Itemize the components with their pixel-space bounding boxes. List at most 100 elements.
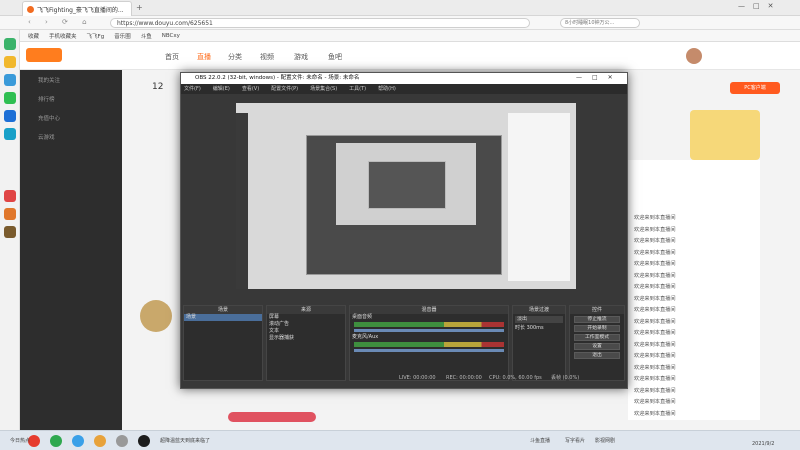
- side-nav-item[interactable]: 排行榜: [38, 95, 55, 103]
- mixer-track-name: 麦克风/Aux: [352, 334, 379, 340]
- nav-item[interactable]: 首页: [165, 52, 179, 62]
- taskbar-app-icon[interactable]: [116, 435, 128, 447]
- scene-item[interactable]: 场景: [184, 314, 262, 321]
- stop-stream-button[interactable]: 停止推流: [574, 316, 620, 323]
- chat-message: 欢迎来到本直播间: [634, 237, 759, 249]
- obs-title: OBS 22.0.2 (32-bit, windows) - 配置文件: 未命名…: [181, 73, 627, 84]
- obs-menu-item[interactable]: 工具(T): [349, 84, 366, 94]
- live-anchor-avatar[interactable]: [140, 300, 172, 332]
- volume-slider[interactable]: [354, 349, 504, 352]
- obs-menu-item[interactable]: 查看(V): [242, 84, 259, 94]
- start-recording-button[interactable]: 开始录制: [574, 325, 620, 332]
- nav-item[interactable]: 游戏: [294, 52, 308, 62]
- chat-text: 欢迎来到本直播间: [634, 249, 676, 256]
- source-item[interactable]: 滚动广告: [267, 321, 345, 328]
- bookmark-item[interactable]: 收藏: [28, 32, 39, 40]
- bookmark-item[interactable]: NBCxy: [162, 33, 180, 39]
- pc-client-button[interactable]: PC客户端: [730, 82, 780, 94]
- chat-message: 欢迎来到本直播间: [634, 375, 759, 387]
- sidebar-app-icon[interactable]: [4, 226, 16, 238]
- bottom-promo[interactable]: [228, 412, 316, 422]
- side-nav-item[interactable]: 充值中心: [38, 114, 60, 122]
- taskbar-ticker[interactable]: 今日热点: [10, 437, 30, 444]
- taskbar-ticker[interactable]: 写字看片: [565, 437, 585, 444]
- address-bar: ‹ › ⟳ ⌂ https://www.douyu.com/625651 8小时…: [0, 16, 800, 30]
- sidebar-app-icon[interactable]: [4, 92, 16, 104]
- obs-menu-item[interactable]: 场景集合(S): [310, 84, 337, 94]
- site-sidebar: 我的关注排行榜充值中心云游戏: [20, 70, 122, 430]
- taskbar-app-icon[interactable]: [72, 435, 84, 447]
- chat-text: 欢迎来到本直播间: [634, 410, 676, 417]
- douyu-logo[interactable]: [26, 48, 62, 62]
- taskbar-app-icon[interactable]: [138, 435, 150, 447]
- bookmark-item[interactable]: 飞飞Fg: [87, 32, 105, 40]
- sidebar-app-icon[interactable]: [4, 56, 16, 68]
- studio-mode-button[interactable]: 工作室模式: [574, 334, 620, 341]
- mixer-dock: 混音器 桌面音频 麦克风/Aux: [349, 305, 509, 381]
- cpu-status: CPU: 0.0%, 60.00 fps: [489, 375, 542, 381]
- side-nav-item[interactable]: 云游戏: [38, 133, 55, 141]
- volume-meter: [354, 322, 504, 327]
- sidebar-app-icon[interactable]: [4, 190, 16, 202]
- taskbar-clock[interactable]: 2021/9/2: [752, 441, 774, 447]
- taskbar-app-icon[interactable]: [94, 435, 106, 447]
- chat-message: 欢迎来到本直播间: [634, 249, 759, 261]
- chat-message: 欢迎来到本直播间: [634, 318, 759, 330]
- new-tab-button[interactable]: +: [136, 3, 143, 12]
- chat-message: 欢迎来到本直播间: [634, 283, 759, 295]
- promo-banner: [690, 110, 760, 160]
- taskbar-ticker[interactable]: 影视网剧: [595, 437, 615, 444]
- chat-message: 欢迎来到本直播间: [634, 260, 759, 272]
- source-item[interactable]: 文本: [267, 328, 345, 335]
- nested-chat: [508, 113, 570, 281]
- url-input[interactable]: https://www.douyu.com/625651: [110, 18, 530, 28]
- nav-item[interactable]: 鱼吧: [328, 52, 342, 62]
- nav-item[interactable]: 分类: [228, 52, 242, 62]
- source-item[interactable]: 显示器捕获: [267, 335, 345, 342]
- chat-message: 欢迎来到本直播间: [634, 329, 759, 341]
- volume-slider[interactable]: [354, 329, 504, 332]
- chat-text: 欢迎来到本直播间: [634, 307, 676, 313]
- duration-input[interactable]: 300ms: [527, 325, 544, 331]
- taskbar-ticker[interactable]: 斗鱼直播: [530, 437, 550, 444]
- chat-message: 欢迎来到本直播间: [634, 387, 759, 399]
- favicon-icon: [27, 5, 34, 13]
- search-box[interactable]: 8小时睡眠10钟万公...: [560, 18, 640, 28]
- chat-text: 欢迎来到本直播间: [634, 261, 676, 267]
- taskbar-app-icon[interactable]: [50, 435, 62, 447]
- nav-item[interactable]: 直播: [197, 52, 211, 62]
- chat-text: 欢迎来到本直播间: [634, 318, 676, 325]
- sidebar-app-icon[interactable]: [4, 208, 16, 220]
- exit-button[interactable]: 退出: [574, 352, 620, 359]
- bookmarks-bar: 收藏 手机收藏夹 飞飞Fg 音乐圈 斗鱼 NBCxy: [0, 30, 800, 42]
- bookmark-item[interactable]: 斗鱼: [141, 32, 152, 40]
- taskbar-ticker[interactable]: 超降温蓝天到底来临了: [160, 437, 210, 444]
- sidebar-app-icon[interactable]: [4, 128, 16, 140]
- chat-text: 欢迎来到本直播间: [634, 387, 676, 394]
- chat-text: 欢迎来到本直播间: [634, 272, 676, 279]
- obs-menu-item[interactable]: 文件(F): [184, 84, 201, 94]
- obs-menu-item[interactable]: 编辑(E): [213, 84, 230, 94]
- obs-menu-item[interactable]: 配置文件(P): [271, 84, 298, 94]
- bookmark-item[interactable]: 音乐圈: [114, 32, 131, 40]
- transition-select[interactable]: 淡出: [515, 316, 563, 323]
- transitions-dock: 场景过渡 淡出 时长 300ms: [512, 305, 566, 381]
- sidebar-app-icon[interactable]: [4, 110, 16, 122]
- obs-window-controls[interactable]: —□✕: [576, 74, 623, 81]
- scenes-dock: 场景 场景: [183, 305, 263, 381]
- nav-arrows-icon[interactable]: ‹ › ⟳ ⌂: [28, 18, 93, 26]
- obs-preview[interactable]: [236, 103, 576, 289]
- scenes-title: 场景: [184, 306, 262, 314]
- user-avatar[interactable]: [686, 48, 702, 64]
- browser-tab[interactable]: 飞飞Fighting_豪飞飞直播间的...: [22, 1, 132, 16]
- sidebar-app-icon[interactable]: [4, 74, 16, 86]
- bookmark-item[interactable]: 手机收藏夹: [49, 32, 77, 40]
- window-controls[interactable]: —□✕: [738, 2, 781, 10]
- sidebar-app-icon[interactable]: [4, 38, 16, 50]
- nav-item[interactable]: 视频: [260, 52, 274, 62]
- settings-button[interactable]: 设置: [574, 343, 620, 350]
- side-nav-item[interactable]: 我的关注: [38, 76, 60, 84]
- source-item[interactable]: 屏幕: [267, 314, 345, 321]
- obs-menu-item[interactable]: 帮助(H): [378, 84, 396, 94]
- chat-text: 欢迎来到本直播间: [634, 226, 676, 233]
